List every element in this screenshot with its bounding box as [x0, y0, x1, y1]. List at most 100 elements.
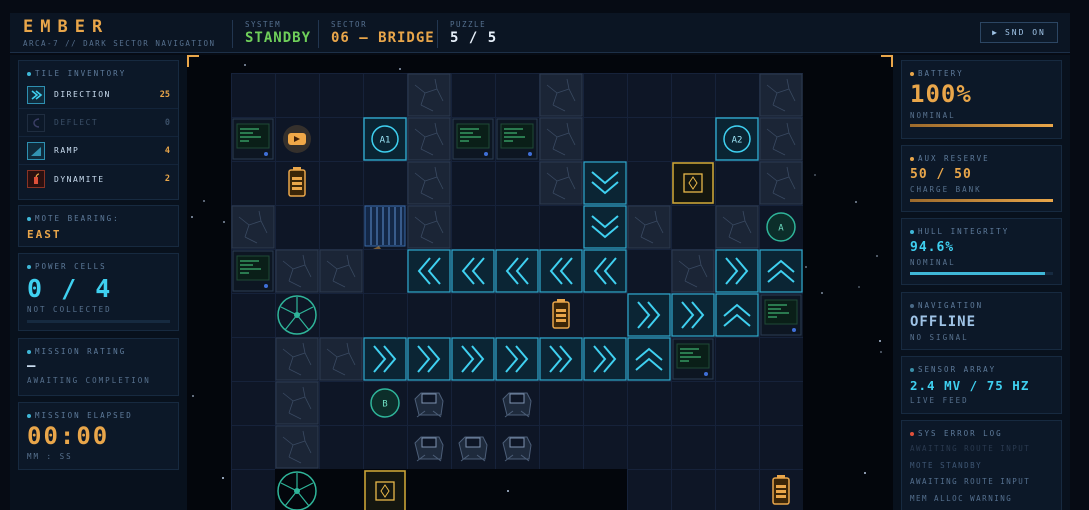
- direction-tile-left[interactable]: [583, 249, 627, 293]
- drone-icon: [458, 436, 488, 462]
- brand: EMBER ARCA-7 // DARK SECTOR NAVIGATION: [23, 17, 216, 48]
- game-board[interactable]: A1 A2 A B: [187, 55, 893, 510]
- sensor-array-card: SENSOR ARRAY 2.4 MV / 75 HZ LIVE FEED: [901, 356, 1062, 414]
- gate-tile[interactable]: [363, 205, 407, 249]
- status-dot-icon: [910, 303, 914, 308]
- chevron-right-icon: [363, 337, 407, 381]
- battery-icon: [772, 475, 790, 505]
- direction-tile-up[interactable]: [627, 337, 671, 381]
- direction-tile-down[interactable]: [583, 205, 627, 249]
- node-tile-b[interactable]: B: [363, 381, 407, 425]
- aux-reserve-card: AUX RESERVE 50 / 50 CHARGE BANK: [901, 145, 1062, 212]
- star: [864, 472, 866, 474]
- power-cells-value: 0 / 4: [27, 274, 113, 303]
- battery-header: BATTERY: [910, 69, 1053, 78]
- chevron-up-icon: [627, 337, 671, 381]
- rock-icon: [715, 205, 759, 249]
- status-dot-icon: [910, 431, 914, 436]
- navigation-label: NAVIGATION: [918, 301, 984, 310]
- direction-tile-up[interactable]: [715, 293, 759, 337]
- node-tile-a[interactable]: A: [759, 205, 803, 249]
- rock-tile: [539, 117, 583, 161]
- direction-tile-right[interactable]: [451, 337, 495, 381]
- rock-icon: [275, 249, 319, 293]
- left-panel: TILE INVENTORY DIRECTION 25 DEFLECT 0 RA…: [10, 55, 187, 510]
- drone-wreck[interactable]: [407, 425, 451, 469]
- fan-icon: [277, 471, 317, 510]
- inventory-item-dynamite[interactable]: DYNAMITE 2: [19, 165, 178, 193]
- direction-tile-right[interactable]: [715, 249, 759, 293]
- rock-icon: [407, 161, 451, 205]
- rock-tile: [275, 337, 319, 381]
- power-cells-status: NOT COLLECTED: [27, 305, 112, 314]
- hull-integrity-value: 94.6%: [910, 240, 955, 255]
- play-icon: ▶: [992, 28, 999, 37]
- inventory-item-deflect[interactable]: DEFLECT 0: [19, 109, 178, 137]
- inventory-item-direction[interactable]: DIRECTION 25: [19, 81, 178, 109]
- app-title: EMBER: [23, 17, 110, 37]
- chevron-up-icon: [715, 293, 759, 337]
- drone-wreck[interactable]: [495, 381, 539, 425]
- chevron-up-icon: [759, 249, 803, 293]
- direction-tile-up[interactable]: [759, 249, 803, 293]
- mission-rating-value: —: [27, 358, 38, 374]
- drone-icon: [502, 392, 532, 418]
- terminal-icon: [760, 294, 802, 336]
- direction-tile-down[interactable]: [583, 161, 627, 205]
- puzzle-label: PUZZLE: [450, 20, 487, 29]
- power-cell[interactable]: [759, 469, 803, 510]
- svg-text:A1: A1: [380, 136, 391, 146]
- top-bar: EMBER ARCA-7 // DARK SECTOR NAVIGATION S…: [10, 13, 1070, 53]
- drone-icon: [414, 436, 444, 462]
- beacon-tile-a2[interactable]: A2: [715, 117, 759, 161]
- rock-tile: [759, 117, 803, 161]
- star: [876, 255, 878, 257]
- direction-tile-right[interactable]: [583, 337, 627, 381]
- sensor-array-value: 2.4 MV / 75 HZ: [910, 378, 1030, 393]
- direction-tile-right[interactable]: [407, 337, 451, 381]
- rock-icon: [275, 381, 319, 425]
- direction-tile-right[interactable]: [671, 293, 715, 337]
- supply-crate[interactable]: [363, 469, 407, 510]
- status-dot-icon: [27, 413, 31, 418]
- status-dot-icon: [27, 71, 31, 76]
- direction-tile-left[interactable]: [451, 249, 495, 293]
- aux-reserve-header: AUX RESERVE: [910, 154, 1053, 163]
- drone-wreck[interactable]: [451, 425, 495, 469]
- drone-wreck[interactable]: [495, 425, 539, 469]
- error-log-card: SYS ERROR LOG AWAITING ROUTE INPUT MOTE …: [901, 420, 1062, 510]
- direction-tile-left[interactable]: [495, 249, 539, 293]
- mission-rating-status: AWAITING COMPLETION: [27, 376, 151, 385]
- direction-tile-left[interactable]: [407, 249, 451, 293]
- drone-icon: [502, 436, 532, 462]
- sound-toggle-button[interactable]: ▶ SND ON: [980, 22, 1058, 43]
- power-cells-card: POWER CELLS 0 / 4 NOT COLLECTED: [18, 253, 179, 331]
- aux-reserve-status: CHARGE BANK: [910, 185, 982, 194]
- chevron-right-icon: [451, 337, 495, 381]
- star: [399, 68, 401, 70]
- mote-probe[interactable]: [275, 117, 319, 161]
- chevron-right-icon: [627, 293, 671, 337]
- supply-crate[interactable]: [671, 161, 715, 205]
- log-line: AWAITING ROUTE INPUT: [910, 444, 1031, 453]
- vent-fan-tile[interactable]: [275, 469, 319, 510]
- inventory-item-ramp[interactable]: RAMP 4: [19, 137, 178, 165]
- drone-wreck[interactable]: [407, 381, 451, 425]
- rock-icon: [407, 73, 451, 117]
- rock-icon: [759, 73, 803, 117]
- direction-tile-left[interactable]: [539, 249, 583, 293]
- vent-fan-tile[interactable]: [275, 293, 319, 337]
- direction-tile-right[interactable]: [363, 337, 407, 381]
- power-cell[interactable]: [539, 293, 583, 337]
- tile-inventory: TILE INVENTORY DIRECTION 25 DEFLECT 0 RA…: [18, 60, 179, 200]
- sound-button-label: SND ON: [1004, 28, 1046, 37]
- direction-tile-right[interactable]: [495, 337, 539, 381]
- power-cell[interactable]: [275, 161, 319, 205]
- direction-tile-right[interactable]: [539, 337, 583, 381]
- svg-text:A: A: [778, 224, 784, 234]
- sector-status: SECTOR 06 — BRIDGE: [318, 20, 435, 48]
- beacon-tile-a1[interactable]: A1: [363, 117, 407, 161]
- mission-elapsed-header: MISSION ELAPSED: [27, 411, 170, 420]
- star: [203, 200, 205, 202]
- direction-tile-right[interactable]: [627, 293, 671, 337]
